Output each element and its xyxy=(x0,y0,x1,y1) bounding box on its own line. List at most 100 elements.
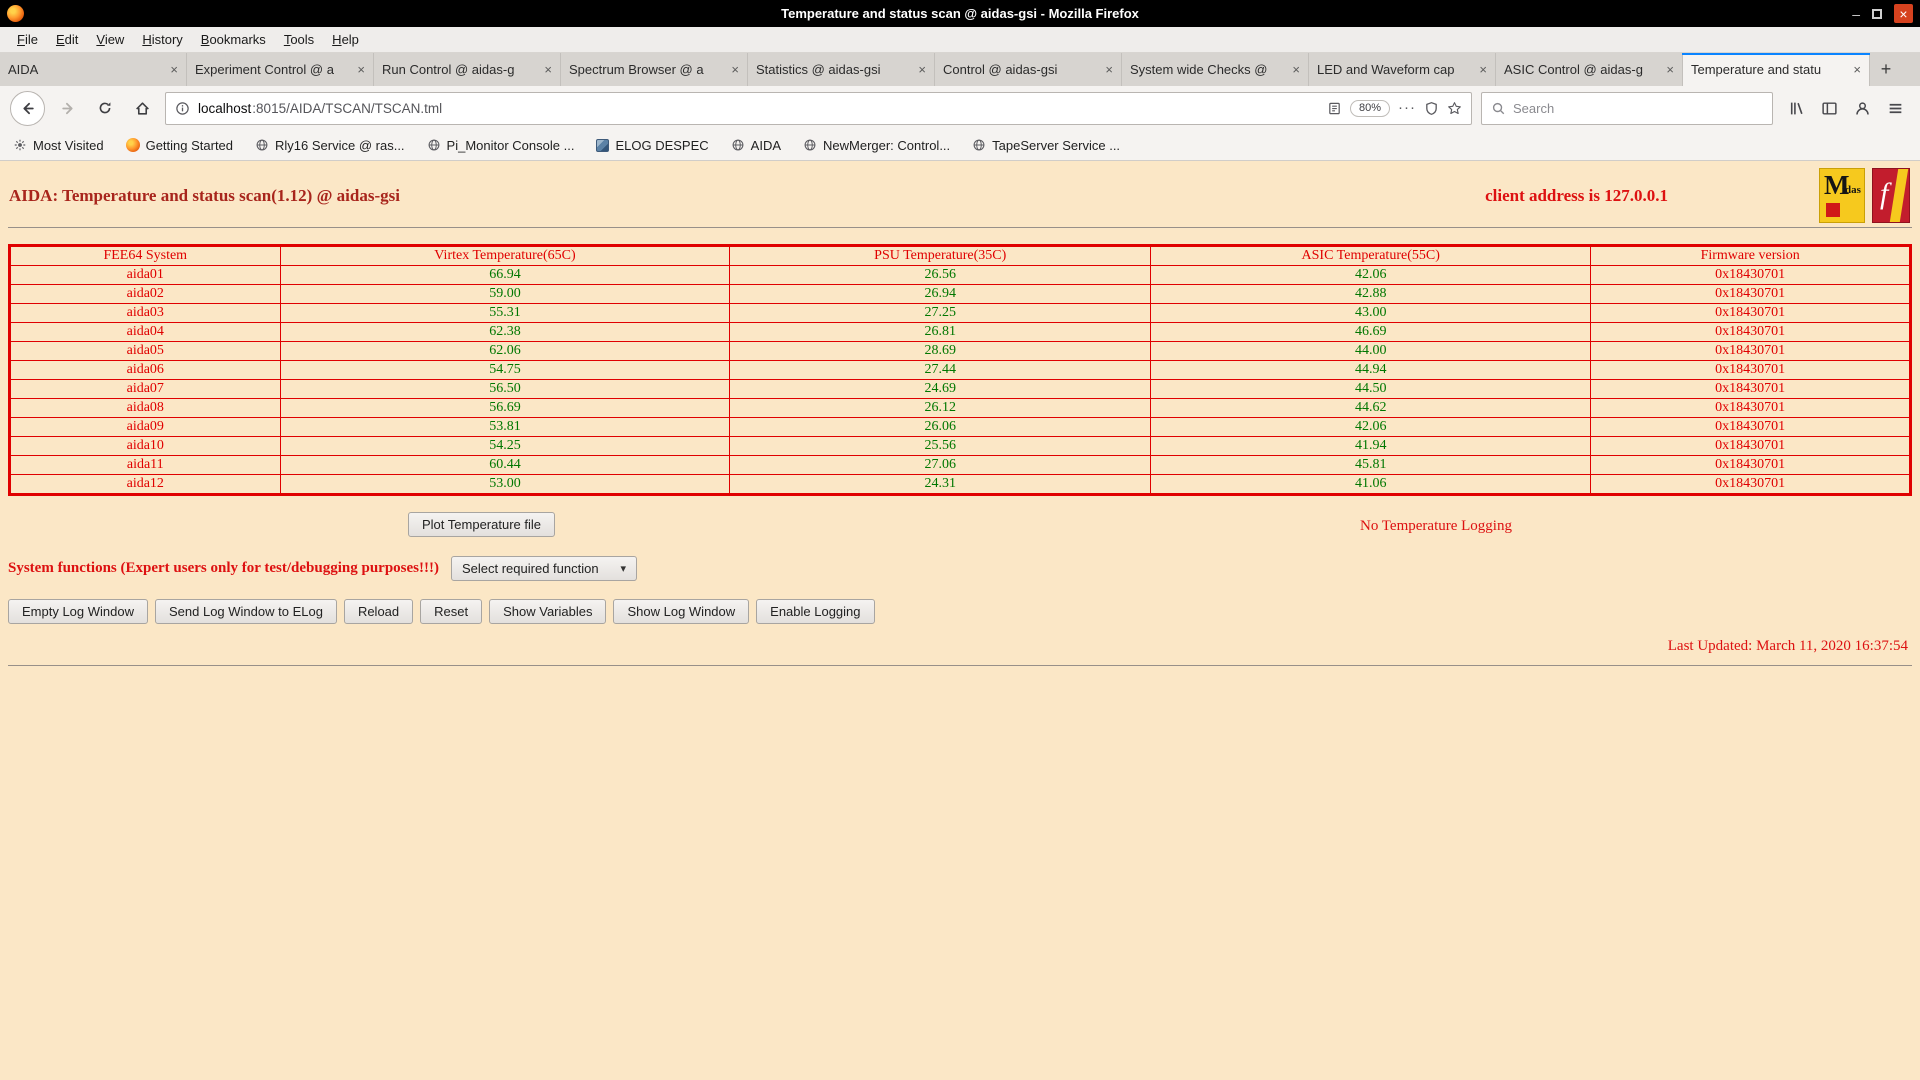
bookmarks-toolbar: Most Visited Getting Started Rly16 Servi… xyxy=(0,130,1920,161)
search-bar[interactable] xyxy=(1481,92,1773,125)
tab-led-waveform[interactable]: LED and Waveform cap × xyxy=(1309,53,1496,86)
header-divider xyxy=(8,227,1912,228)
show-log-window-button[interactable]: Show Log Window xyxy=(613,599,749,624)
menu-file[interactable]: File xyxy=(8,29,47,50)
tab-system-wide-checks[interactable]: System wide Checks @ × xyxy=(1122,53,1309,86)
home-button[interactable] xyxy=(128,94,156,122)
tab-close-icon[interactable]: × xyxy=(918,62,926,77)
empty-log-window-button[interactable]: Empty Log Window xyxy=(8,599,148,624)
tab-spectrum-browser[interactable]: Spectrum Browser @ a × xyxy=(561,53,748,86)
bookmark-elog-despec[interactable]: ELOG DESPEC xyxy=(596,138,708,153)
table-row: aida09 53.81 26.06 42.06 0x18430701 xyxy=(10,418,1911,437)
new-tab-button[interactable]: + xyxy=(1870,53,1902,86)
globe-icon xyxy=(731,138,745,152)
tab-temperature-status[interactable]: Temperature and statu × xyxy=(1683,53,1870,86)
function-select[interactable]: Select required function ▾ xyxy=(451,556,637,581)
bookmark-tapeserver[interactable]: TapeServer Service ... xyxy=(972,138,1120,153)
bookmark-aida[interactable]: AIDA xyxy=(731,138,781,153)
minimize-button[interactable]: – xyxy=(1852,9,1860,19)
menu-edit[interactable]: Edit xyxy=(47,29,87,50)
reader-mode-icon[interactable] xyxy=(1327,101,1342,116)
reload-button[interactable] xyxy=(91,94,119,122)
bookmark-pi-monitor[interactable]: Pi_Monitor Console ... xyxy=(427,138,575,153)
table-row: aida06 54.75 27.44 44.94 0x18430701 xyxy=(10,361,1911,380)
bookmark-rly16-service[interactable]: Rly16 Service @ ras... xyxy=(255,138,405,153)
close-button[interactable]: × xyxy=(1894,4,1913,23)
menu-bookmarks[interactable]: Bookmarks xyxy=(192,29,275,50)
forward-button[interactable] xyxy=(54,94,82,122)
last-updated-text: Last Updated: March 11, 2020 16:37:54 xyxy=(8,638,1912,655)
bookmark-newmerger[interactable]: NewMerger: Control... xyxy=(803,138,950,153)
site-info-icon[interactable] xyxy=(175,101,190,116)
elog-icon xyxy=(596,139,609,152)
table-row: aida01 66.94 26.56 42.06 0x18430701 xyxy=(10,266,1911,285)
tab-bar: AIDA × Experiment Control @ a × Run Cont… xyxy=(0,53,1920,86)
col-header-virtex: Virtex Temperature(65C) xyxy=(280,246,730,266)
menu-help[interactable]: Help xyxy=(323,29,368,50)
table-row: aida07 56.50 24.69 44.50 0x18430701 xyxy=(10,380,1911,399)
show-variables-button[interactable]: Show Variables xyxy=(489,599,606,624)
bookmark-star-icon[interactable] xyxy=(1447,101,1462,116)
tab-asic-control[interactable]: ASIC Control @ aidas-g × xyxy=(1496,53,1683,86)
page-header: AIDA: Temperature and status scan(1.12) … xyxy=(8,161,1912,227)
menu-bar: File Edit View History Bookmarks Tools H… xyxy=(0,27,1920,53)
menu-view[interactable]: View xyxy=(87,29,133,50)
table-row: aida04 62.38 26.81 46.69 0x18430701 xyxy=(10,323,1911,342)
bookmark-most-visited[interactable]: Most Visited xyxy=(13,138,104,153)
page-actions-icon[interactable]: ··· xyxy=(1398,103,1416,113)
globe-icon xyxy=(427,138,441,152)
col-header-firmware: Firmware version xyxy=(1591,246,1911,266)
tracking-shield-icon[interactable] xyxy=(1424,101,1439,116)
account-icon[interactable] xyxy=(1854,100,1871,117)
most-visited-icon xyxy=(13,138,27,152)
send-log-to-elog-button[interactable]: Send Log Window to ELog xyxy=(155,599,337,624)
globe-icon xyxy=(803,138,817,152)
footer-divider xyxy=(8,665,1912,666)
zoom-level-button[interactable]: 80% xyxy=(1350,100,1390,117)
col-header-fee64: FEE64 System xyxy=(10,246,281,266)
table-row: aida05 62.06 28.69 44.00 0x18430701 xyxy=(10,342,1911,361)
tab-close-icon[interactable]: × xyxy=(1292,62,1300,77)
no-temperature-logging-text: No Temperature Logging xyxy=(1360,518,1512,535)
plot-temperature-button[interactable]: Plot Temperature file xyxy=(408,512,555,537)
navigation-toolbar: localhost :8015/AIDA/TSCAN/TSCAN.tml 80%… xyxy=(0,86,1920,130)
search-input[interactable] xyxy=(1513,101,1763,116)
back-button[interactable] xyxy=(10,91,45,126)
tab-aida[interactable]: AIDA × xyxy=(0,53,187,86)
tab-control[interactable]: Control @ aidas-gsi × xyxy=(935,53,1122,86)
fair-logo: f xyxy=(1872,168,1910,223)
tab-close-icon[interactable]: × xyxy=(1853,62,1861,77)
reload-page-button[interactable]: Reload xyxy=(344,599,413,624)
chevron-down-icon: ▾ xyxy=(620,562,626,575)
tab-statistics[interactable]: Statistics @ aidas-gsi × xyxy=(748,53,935,86)
globe-icon xyxy=(255,138,269,152)
firefox-icon xyxy=(7,5,24,22)
tab-close-icon[interactable]: × xyxy=(1479,62,1487,77)
tab-close-icon[interactable]: × xyxy=(357,62,365,77)
enable-logging-button[interactable]: Enable Logging xyxy=(756,599,874,624)
reset-button[interactable]: Reset xyxy=(420,599,482,624)
col-header-asic: ASIC Temperature(55C) xyxy=(1151,246,1591,266)
table-row: aida12 53.00 24.31 41.06 0x18430701 xyxy=(10,475,1911,495)
sidebar-icon[interactable] xyxy=(1821,100,1838,117)
address-bar[interactable]: localhost :8015/AIDA/TSCAN/TSCAN.tml 80%… xyxy=(165,92,1472,125)
bookmark-getting-started[interactable]: Getting Started xyxy=(126,138,233,153)
maximize-button[interactable] xyxy=(1872,9,1882,19)
window-title: Temperature and status scan @ aidas-gsi … xyxy=(0,6,1920,21)
tab-close-icon[interactable]: × xyxy=(170,62,178,77)
tab-close-icon[interactable]: × xyxy=(1666,62,1674,77)
tab-run-control[interactable]: Run Control @ aidas-g × xyxy=(374,53,561,86)
library-icon[interactable] xyxy=(1788,100,1805,117)
hamburger-menu-icon[interactable] xyxy=(1887,100,1904,117)
window-title-bar: Temperature and status scan @ aidas-gsi … xyxy=(0,0,1920,27)
tab-experiment-control[interactable]: Experiment Control @ a × xyxy=(187,53,374,86)
menu-history[interactable]: History xyxy=(133,29,191,50)
col-header-psu: PSU Temperature(35C) xyxy=(730,246,1151,266)
table-row: aida11 60.44 27.06 45.81 0x18430701 xyxy=(10,456,1911,475)
tab-close-icon[interactable]: × xyxy=(731,62,739,77)
tab-close-icon[interactable]: × xyxy=(544,62,552,77)
url-host: localhost xyxy=(198,101,251,116)
menu-tools[interactable]: Tools xyxy=(275,29,323,50)
search-icon xyxy=(1491,101,1506,116)
tab-close-icon[interactable]: × xyxy=(1105,62,1113,77)
